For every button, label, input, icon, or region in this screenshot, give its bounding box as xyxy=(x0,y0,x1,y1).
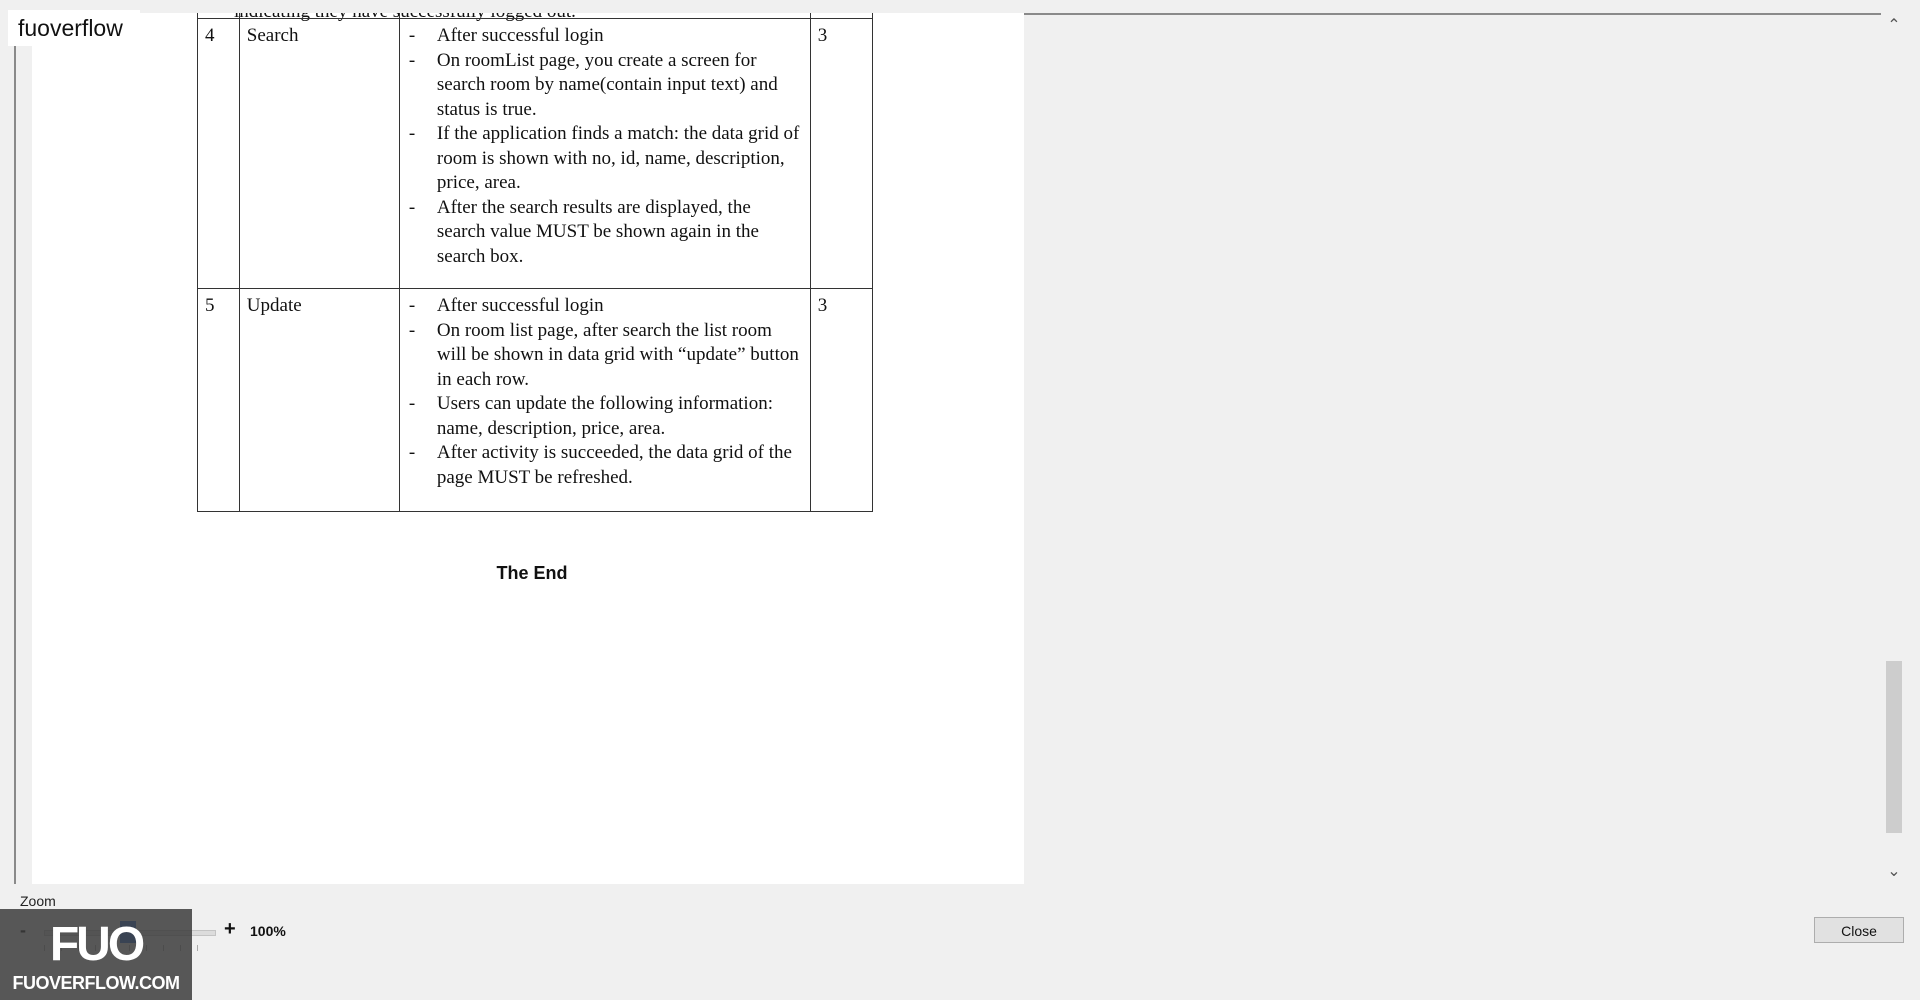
row-description: After successful login On room list page… xyxy=(398,288,811,512)
document-page[interactable]: indicating they have successfully logged… xyxy=(32,13,1024,884)
logo-text: FUOVERFLOW.COM xyxy=(12,973,181,993)
row-points: 3 xyxy=(809,18,874,289)
row-points: 3 xyxy=(809,288,874,512)
table-row: 4 Search After successful login On roomL… xyxy=(197,18,874,289)
list-item: Users can update the following informati… xyxy=(407,392,803,441)
document-end-text: The End xyxy=(496,563,568,583)
list-item: After successful login xyxy=(407,24,803,49)
scrollbar-thumb[interactable] xyxy=(1886,661,1902,833)
list-item: After activity is succeeded, the data gr… xyxy=(407,441,803,490)
row-function-name: Search xyxy=(238,18,400,289)
row-number: 4 xyxy=(197,18,240,289)
zoom-label: Zoom xyxy=(20,893,56,909)
row-number: 5 xyxy=(197,288,240,512)
vertical-scrollbar[interactable]: ⌃ ⌄ xyxy=(1881,13,1907,884)
chevron-up-icon[interactable]: ⌃ xyxy=(1881,15,1907,37)
watermark-label: fuoverflow xyxy=(8,10,140,46)
list-item: After successful login xyxy=(407,294,803,319)
row-description: After successful login On roomList page,… xyxy=(398,18,811,289)
list-item: After the search results are displayed, … xyxy=(407,196,803,270)
row-function-name: Update xyxy=(238,288,400,512)
list-item: On room list page, after search the list… xyxy=(407,319,803,393)
chevron-down-icon[interactable]: ⌄ xyxy=(1881,861,1907,883)
zoom-in-button[interactable]: + xyxy=(224,918,236,941)
logo-mark: FUO xyxy=(49,918,145,971)
zoom-value: 100% xyxy=(250,923,286,939)
list-item: On roomList page, you create a screen fo… xyxy=(407,49,803,123)
table-row: 5 Update After successful login On room … xyxy=(197,288,874,512)
fuoverflow-logo: FUO FUOVERFLOW.COM xyxy=(0,909,192,1000)
close-button[interactable]: Close xyxy=(1814,917,1904,943)
requirements-table: 4 Search After successful login On roomL… xyxy=(197,13,874,512)
list-item: If the application finds a match: the da… xyxy=(407,122,803,196)
